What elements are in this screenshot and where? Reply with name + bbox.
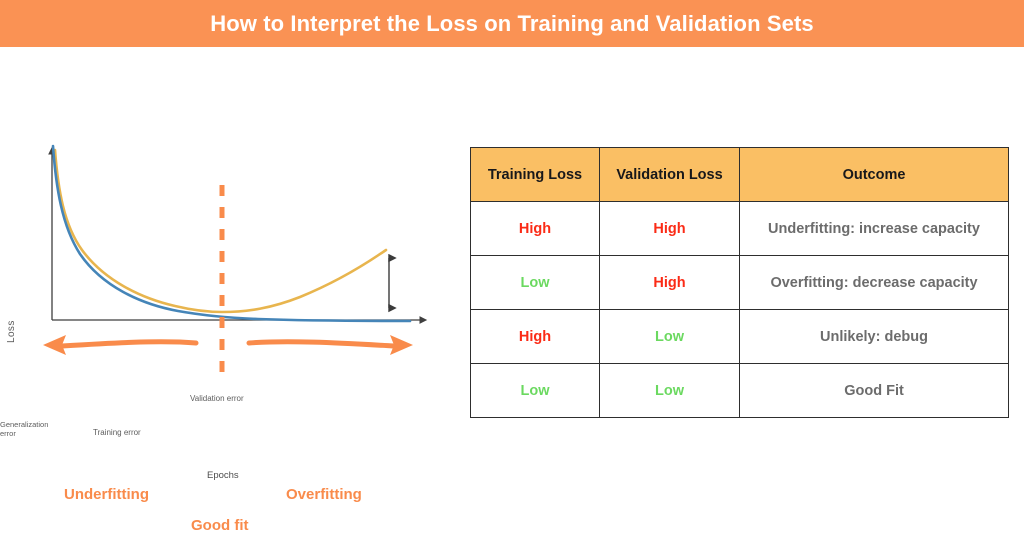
underfitting-arrow: [43, 335, 199, 355]
cell-training-loss: High: [470, 309, 600, 364]
cell-training-loss: High: [470, 201, 600, 256]
training-error-label: Training error: [93, 428, 141, 437]
cell-validation-loss: Low: [599, 309, 740, 364]
underfitting-region-label: Underfitting: [64, 486, 149, 503]
overfitting-arrow: [246, 335, 413, 355]
table-row: High Low Unlikely: debug: [470, 309, 1009, 364]
table-row: High High Underfitting: increase capacit…: [470, 201, 1009, 256]
loss-curve-figure: Loss Validation error Training error Epo…: [0, 130, 460, 534]
cell-training-loss: Low: [470, 363, 600, 418]
x-axis-label: Epochs: [207, 470, 239, 481]
cell-outcome: Good Fit: [739, 363, 1009, 418]
column-header-training-loss: Training Loss: [470, 147, 600, 202]
training-error-curve: [51, 144, 412, 323]
cell-validation-loss: High: [599, 255, 740, 310]
overfitting-region-label: Overfitting: [286, 486, 362, 503]
generalization-error-label-line1: Generalization: [0, 420, 49, 429]
cell-validation-loss: High: [599, 201, 740, 256]
table-header-row: Training Loss Validation Loss Outcome: [470, 147, 1009, 202]
loss-curve-svg: [43, 144, 428, 375]
outcome-table: Training Loss Validation Loss Outcome Hi…: [470, 147, 1009, 418]
cell-outcome: Unlikely: debug: [739, 309, 1009, 364]
y-axis-label: Loss: [6, 320, 17, 343]
table-row: Low Low Good Fit: [470, 363, 1009, 418]
cell-outcome: Overfitting: decrease capacity: [739, 255, 1009, 310]
column-header-outcome: Outcome: [739, 147, 1009, 202]
validation-error-label: Validation error: [190, 394, 244, 403]
outcome-table-wrapper: Training Loss Validation Loss Outcome Hi…: [470, 147, 1009, 418]
table-row: Low High Overfitting: decrease capacity: [470, 255, 1009, 310]
good-fit-region-label: Good fit: [191, 517, 249, 534]
cell-validation-loss: Low: [599, 363, 740, 418]
generalization-error-label-line2: error: [0, 429, 16, 438]
cell-outcome: Underfitting: increase capacity: [739, 201, 1009, 256]
page-header-banner: How to Interpret the Loss on Training an…: [0, 0, 1024, 47]
page-title: How to Interpret the Loss on Training an…: [210, 10, 814, 36]
cell-training-loss: Low: [470, 255, 600, 310]
column-header-validation-loss: Validation Loss: [599, 147, 740, 202]
